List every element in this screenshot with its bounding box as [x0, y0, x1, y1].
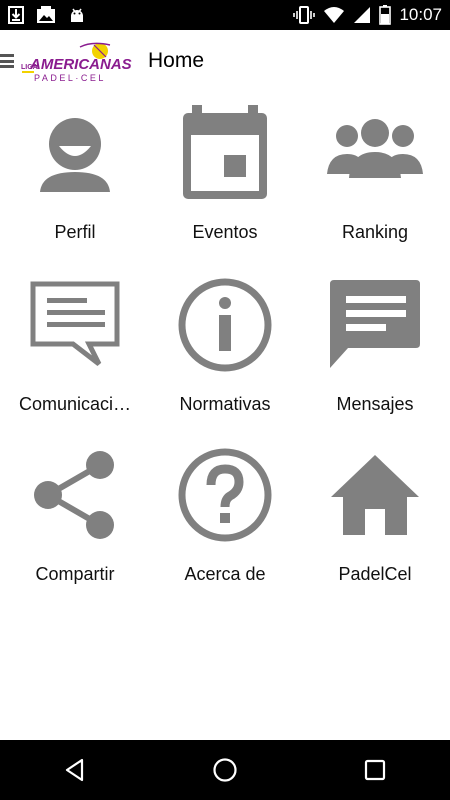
- share-icon: [20, 440, 130, 550]
- tile-mensajes[interactable]: Mensajes: [300, 264, 450, 434]
- tile-label: Perfil: [54, 222, 96, 242]
- tile-acerca-de[interactable]: Acerca de: [150, 434, 300, 604]
- group-icon: [320, 98, 430, 208]
- status-right-icons: 10:07: [293, 5, 442, 25]
- logo-sub-text: PADEL·CEL: [34, 73, 106, 83]
- app-bar: LIGA AMERICANAS PADEL·CEL Home: [0, 30, 450, 92]
- tile-label: Acerca de: [184, 564, 266, 584]
- tile-label: Eventos: [192, 222, 258, 242]
- back-icon[interactable]: [55, 750, 95, 790]
- app-logo[interactable]: LIGA AMERICANAS PADEL·CEL: [20, 39, 138, 83]
- page-title: Home: [148, 49, 205, 72]
- tile-label: Ranking: [341, 222, 409, 242]
- battery-icon: [379, 5, 392, 25]
- recents-icon[interactable]: [355, 750, 395, 790]
- home-circle-icon[interactable]: [205, 750, 245, 790]
- tile-eventos[interactable]: Eventos: [150, 92, 300, 262]
- help-icon: [170, 440, 280, 550]
- tile-label: PadelCel: [338, 564, 412, 584]
- hamburger-menu-icon[interactable]: [0, 52, 14, 70]
- tile-label: Compartir: [35, 564, 115, 584]
- system-nav-bar: [0, 740, 450, 800]
- photo-icon: [37, 6, 55, 23]
- wifi-icon: [324, 7, 345, 23]
- person-icon: [20, 98, 130, 208]
- home-icon: [320, 440, 430, 550]
- logo-main-text: AMERICANAS: [29, 56, 132, 73]
- tile-comunicaciones[interactable]: Comunicaci…: [0, 264, 150, 434]
- download-icon: [8, 6, 24, 24]
- calendar-icon: [170, 98, 280, 208]
- announcement-icon: [20, 270, 130, 380]
- tile-padelcel[interactable]: PadelCel: [300, 434, 450, 604]
- tile-label: Normativas: [179, 394, 271, 414]
- tile-perfil[interactable]: Perfil: [0, 92, 150, 262]
- tile-label: Mensajes: [336, 394, 414, 414]
- status-bar: 10:07: [0, 0, 450, 30]
- message-icon: [320, 270, 430, 380]
- info-icon: [170, 270, 280, 380]
- status-left-icons: [8, 6, 86, 24]
- vibrate-icon: [293, 6, 316, 24]
- android-icon: [71, 8, 83, 22]
- tile-label: Comunicaci…: [18, 394, 132, 414]
- tile-ranking[interactable]: Ranking: [300, 92, 450, 262]
- tile-normativas[interactable]: Normativas: [150, 264, 300, 434]
- tile-compartir[interactable]: Compartir: [0, 434, 150, 604]
- signal-icon: [354, 7, 371, 23]
- status-time: 10:07: [399, 5, 442, 24]
